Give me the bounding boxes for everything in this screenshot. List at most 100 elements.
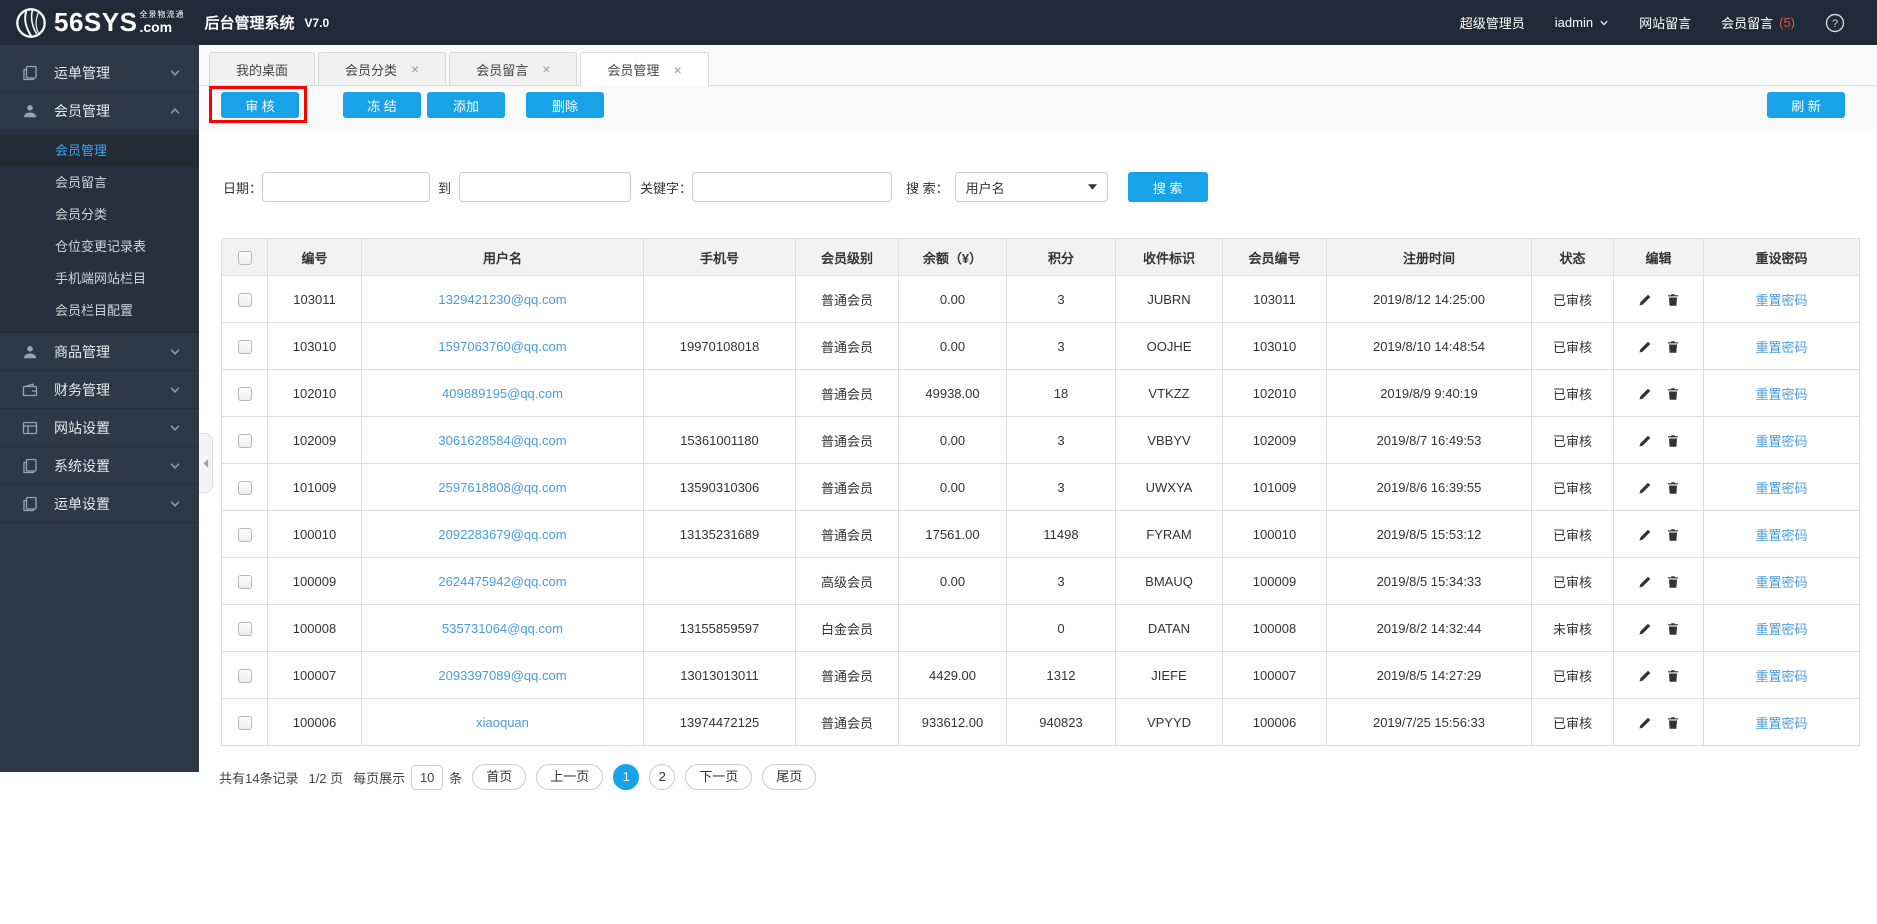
sidebar-subitem-mobile-site-columns[interactable]: 手机端网站栏目 [0,263,199,295]
pagination-last[interactable]: 尾页 [762,764,817,790]
reset-password-link[interactable]: 重置密码 [1755,340,1807,355]
sidebar-collapse-handle[interactable] [199,433,213,493]
username-link[interactable]: xiaoquan [476,715,529,730]
pagination-next[interactable]: 下一页 [685,764,753,790]
site-messages-link[interactable]: 网站留言 [1639,13,1691,32]
pagination-page-2[interactable]: 2 [649,764,676,790]
delete-icon[interactable] [1666,528,1680,542]
username-link[interactable]: 3061628584@qq.com [438,433,566,448]
edit-icon[interactable] [1638,622,1652,636]
row-checkbox[interactable] [237,574,252,589]
help-icon[interactable]: ? [1825,13,1845,33]
reset-password-link[interactable]: 重置密码 [1755,434,1807,449]
keyword-input[interactable] [692,172,893,202]
username-link[interactable]: 1329421230@qq.com [438,292,566,307]
edit-icon[interactable] [1638,293,1652,307]
username-link[interactable]: 2624475942@qq.com [438,574,566,589]
sidebar-subitem-member-column-config[interactable]: 会员栏目配置 [0,295,199,327]
tab-close-icon[interactable]: × [411,62,419,76]
delete-icon[interactable] [1666,481,1680,495]
select-all-checkbox[interactable] [237,250,252,265]
edit-icon[interactable] [1638,434,1652,448]
tab-member-management[interactable]: 会员管理 × [580,52,709,86]
add-button[interactable]: 添加 [427,92,505,118]
search-button[interactable]: 搜 索 [1127,172,1208,202]
cell-edit [1613,510,1704,558]
edit-icon[interactable] [1638,528,1652,542]
row-checkbox[interactable] [237,668,252,683]
reset-password-link[interactable]: 重置密码 [1755,481,1807,496]
date-to-input[interactable] [459,172,632,202]
row-checkbox[interactable] [237,527,252,542]
sidebar-item-product-management[interactable]: 商品管理 [0,333,199,371]
sidebar-item-waybill-settings[interactable]: 运单设置 [0,485,199,523]
tab-close-icon[interactable]: × [673,63,681,77]
row-checkbox[interactable] [237,433,252,448]
sidebar-item-system-settings[interactable]: 系统设置 [0,447,199,485]
member-messages-link[interactable]: 会员留言 (5) [1721,13,1795,32]
reset-password-link[interactable]: 重置密码 [1755,528,1807,543]
per-page-input[interactable] [411,764,444,790]
delete-icon[interactable] [1666,575,1680,589]
sidebar-item-waybill-management[interactable]: 运单管理 [0,54,199,92]
freeze-button[interactable]: 冻 结 [343,92,421,118]
row-checkbox[interactable] [237,386,252,401]
sidebar-subitem-member-messages[interactable]: 会员留言 [0,167,199,199]
row-checkbox[interactable] [237,292,252,307]
sidebar-item-website-settings[interactable]: 网站设置 [0,409,199,447]
row-checkbox[interactable] [237,480,252,495]
username-link[interactable]: 409889195@qq.com [442,386,563,401]
reset-password-link[interactable]: 重置密码 [1755,293,1807,308]
chevron-down-icon [169,67,181,79]
tab-my-desktop[interactable]: 我的桌面 [209,52,316,85]
delete-icon[interactable] [1666,387,1680,401]
delete-icon[interactable] [1666,622,1680,636]
edit-icon[interactable] [1638,340,1652,354]
user-menu[interactable]: iadmin [1555,15,1609,30]
edit-icon[interactable] [1638,716,1652,730]
username-link[interactable]: 1597063760@qq.com [438,339,566,354]
delete-icon[interactable] [1666,340,1680,354]
username-link[interactable]: 2597618808@qq.com [438,480,566,495]
cell-code: VTKZZ [1115,369,1223,417]
reset-password-link[interactable]: 重置密码 [1755,716,1807,731]
row-checkbox[interactable] [237,621,252,636]
edit-icon[interactable] [1638,669,1652,683]
username-link[interactable]: 535731064@qq.com [442,621,563,636]
sidebar-item-member-management[interactable]: 会员管理 [0,92,199,130]
sidebar-item-label: 运单管理 [54,64,110,81]
reset-password-link[interactable]: 重置密码 [1755,575,1807,590]
sidebar-subitem-member-categories[interactable]: 会员分类 [0,199,199,231]
tab-member-categories[interactable]: 会员分类 × [318,52,447,85]
row-checkbox[interactable] [237,339,252,354]
username-link[interactable]: 2092283679@qq.com [438,527,566,542]
audit-button[interactable]: 审 核 [221,92,299,118]
delete-icon[interactable] [1666,669,1680,683]
sidebar-subitem-member-management[interactable]: 会员管理 [0,135,199,167]
pagination-first[interactable]: 首页 [472,764,527,790]
delete-icon[interactable] [1666,716,1680,730]
sidebar-subitem-warehouse-change-log[interactable]: 仓位变更记录表 [0,231,199,263]
reset-password-link[interactable]: 重置密码 [1755,669,1807,684]
tab-close-icon[interactable]: × [542,62,550,76]
username-link[interactable]: 2093397089@qq.com [438,668,566,683]
edit-icon[interactable] [1638,575,1652,589]
refresh-button[interactable]: 刷 新 [1767,92,1845,118]
reset-password-link[interactable]: 重置密码 [1755,387,1807,402]
edit-icon[interactable] [1638,387,1652,401]
cell-reset: 重置密码 [1703,510,1860,558]
edit-icon[interactable] [1638,481,1652,495]
sidebar-item-finance-management[interactable]: 财务管理 [0,371,199,409]
tab-member-messages[interactable]: 会员留言 × [449,52,578,85]
pagination-page-1[interactable]: 1 [613,764,640,790]
reset-password-link[interactable]: 重置密码 [1755,622,1807,637]
delete-icon[interactable] [1666,434,1680,448]
cell-code: JIEFE [1115,651,1223,699]
date-from-input[interactable] [262,172,431,202]
search-type-select[interactable]: 用户名 [954,172,1108,202]
cell-code: VPYYD [1115,698,1223,746]
delete-icon[interactable] [1666,293,1680,307]
pagination-prev[interactable]: 上一页 [536,764,604,790]
row-checkbox[interactable] [237,715,252,730]
delete-button[interactable]: 删除 [526,92,604,118]
